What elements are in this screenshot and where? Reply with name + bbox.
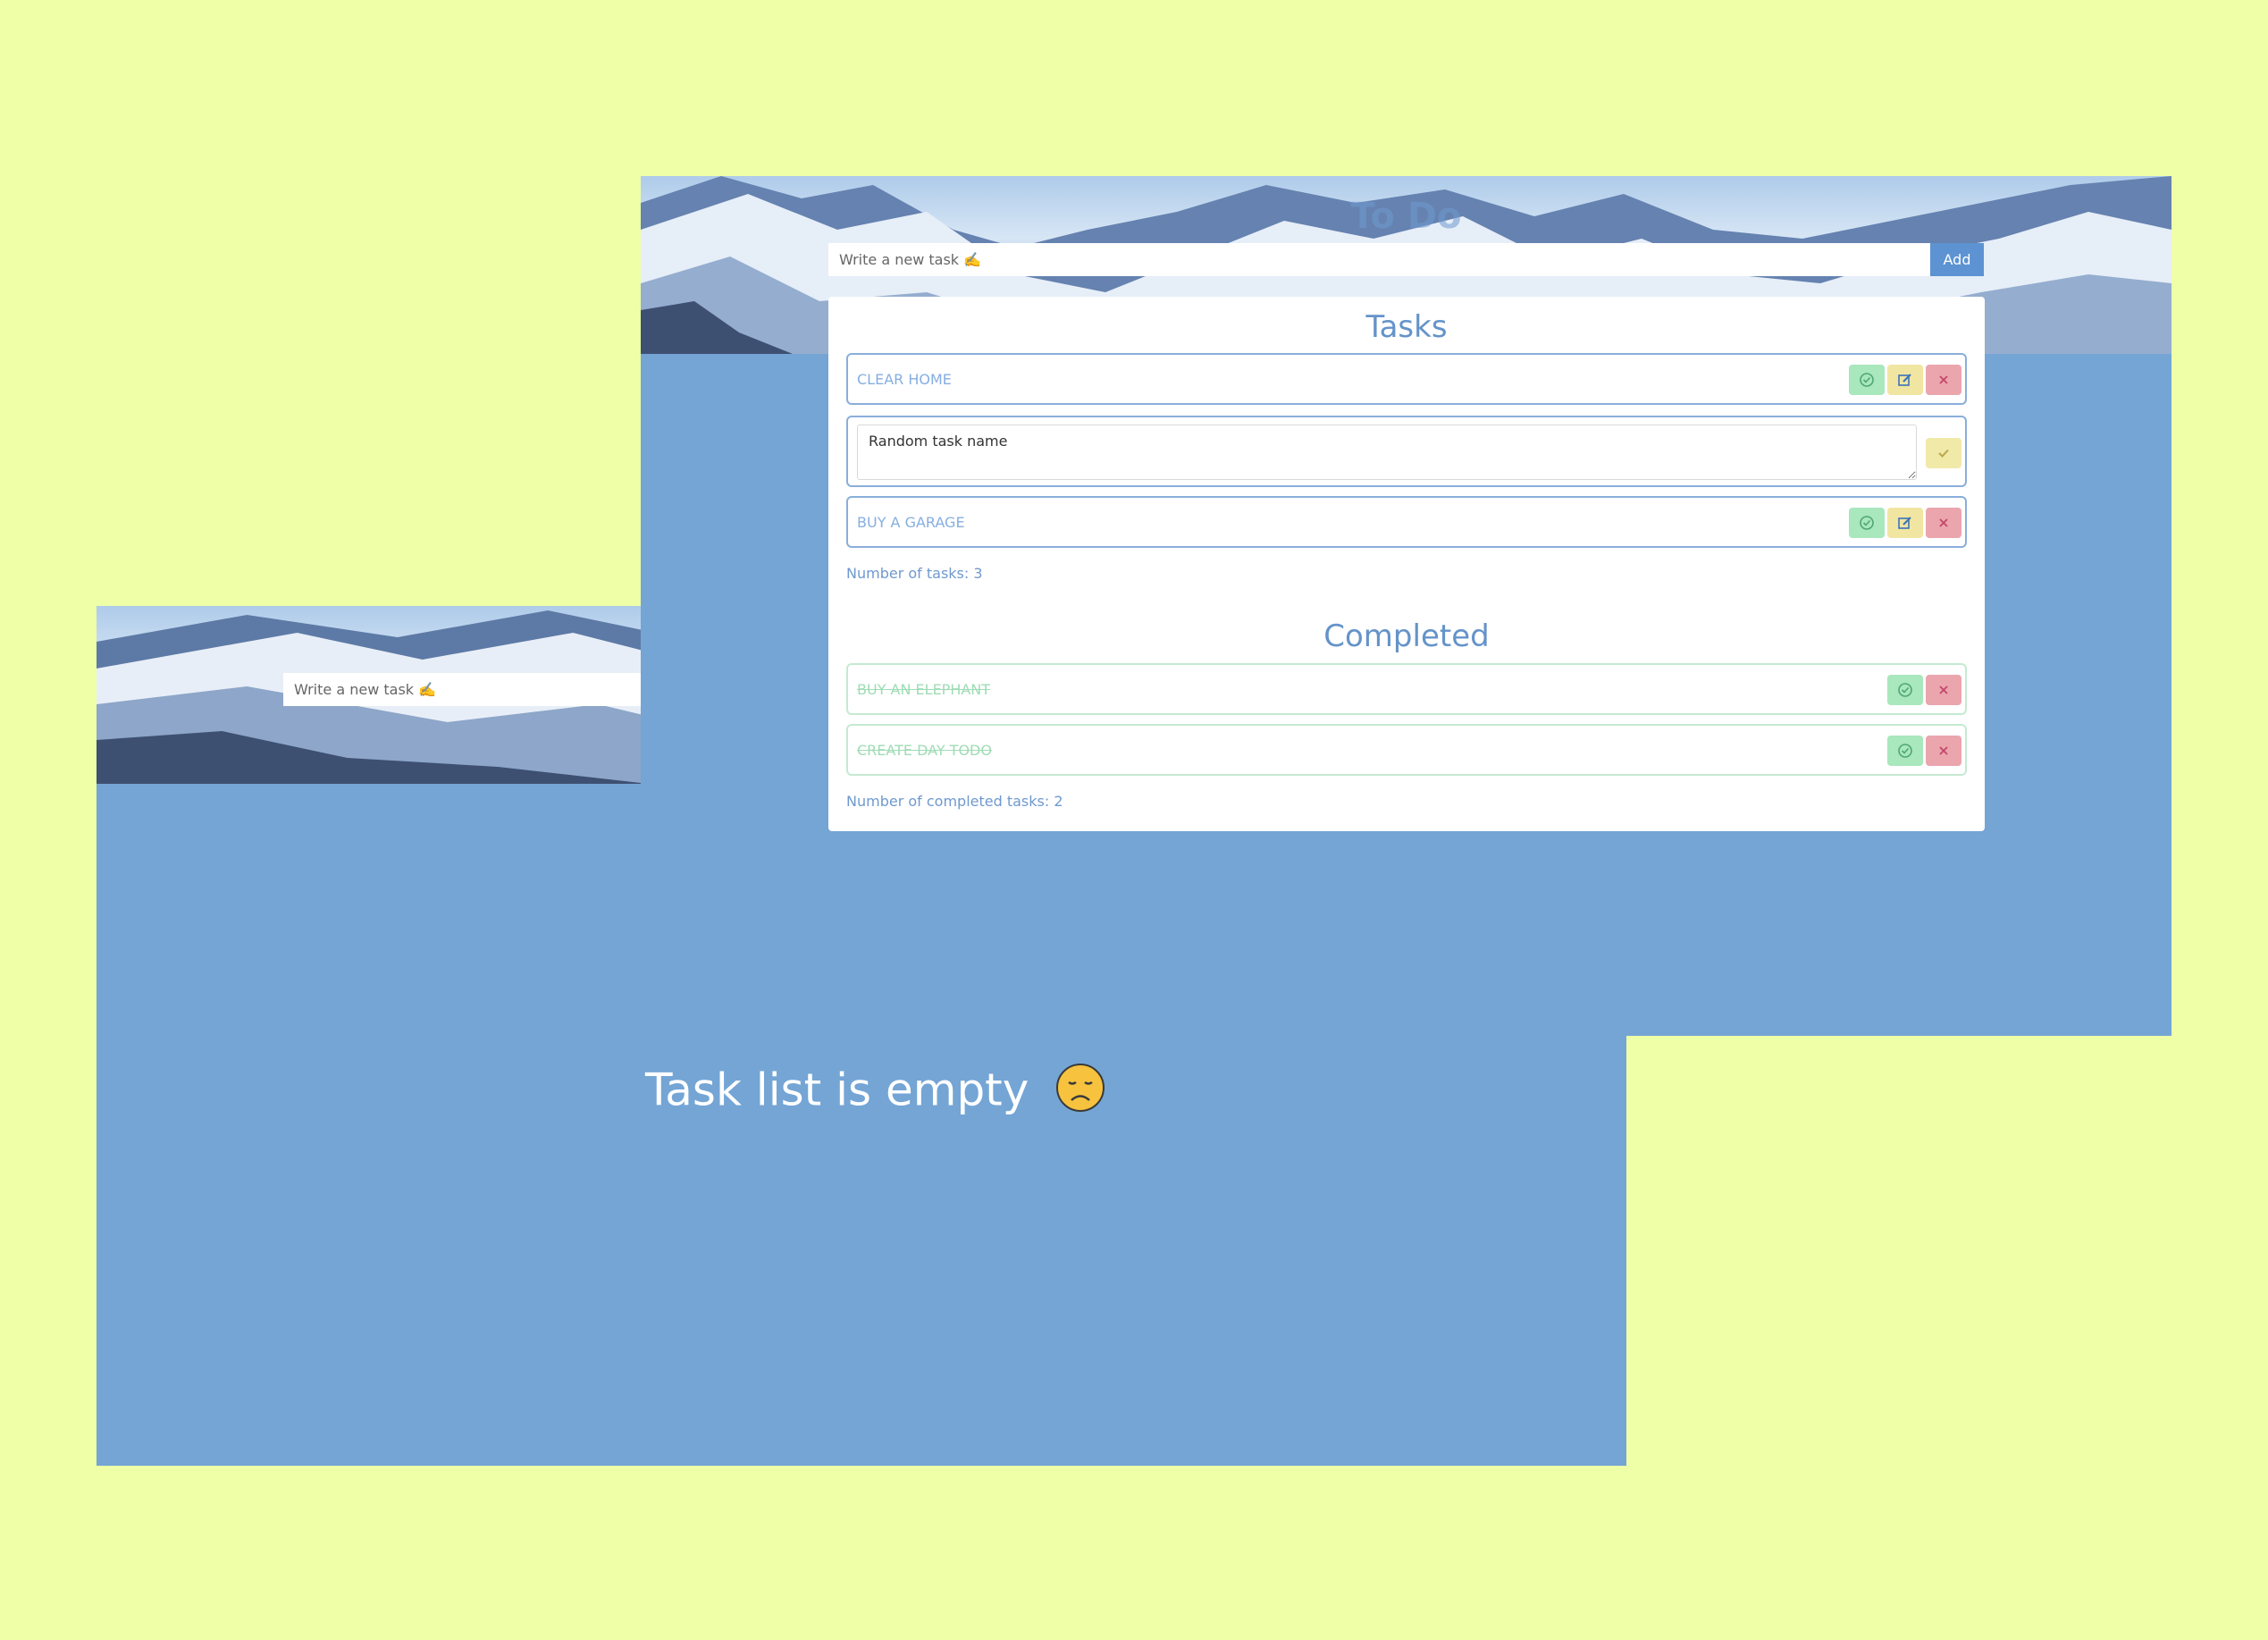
task-item: Clear home xyxy=(846,353,1967,405)
delete-completed-button[interactable] xyxy=(1926,736,1961,766)
completed-count: Number of completed tasks: 2 xyxy=(846,793,1063,810)
edit-task-button[interactable] xyxy=(1887,508,1923,538)
new-task-bar xyxy=(283,673,659,706)
new-task-input[interactable] xyxy=(828,243,1930,276)
save-task-button[interactable] xyxy=(1926,438,1961,468)
completed-heading: Completed xyxy=(1323,618,1490,654)
task-item-editing: Random task name xyxy=(846,416,1967,487)
task-label: Clear home xyxy=(857,371,952,388)
empty-list-message: Task list is empty xyxy=(645,1063,1105,1123)
check-circle-icon xyxy=(1860,516,1874,530)
uncomplete-task-button[interactable] xyxy=(1887,675,1923,705)
pencil-square-icon xyxy=(1898,517,1911,529)
check-icon xyxy=(1938,449,1949,458)
close-icon xyxy=(1939,518,1948,527)
empty-list-text: Task list is empty xyxy=(645,1064,1029,1116)
task-card: Tasks Clear home Random task name Buy a … xyxy=(828,297,1985,831)
new-task-input[interactable] xyxy=(283,673,659,706)
edit-task-button[interactable] xyxy=(1887,365,1923,395)
close-icon xyxy=(1939,746,1948,755)
edit-task-textarea[interactable]: Random task name xyxy=(857,425,1917,480)
new-task-bar: Add xyxy=(828,243,1984,276)
completed-task-label: Buy an elephant xyxy=(857,681,991,698)
close-icon xyxy=(1939,375,1948,384)
tasks-heading: Tasks xyxy=(1365,309,1448,345)
close-icon xyxy=(1939,685,1948,694)
tasks-count: Number of tasks: 3 xyxy=(846,565,983,582)
add-task-button[interactable]: Add xyxy=(1930,243,1984,276)
check-circle-icon xyxy=(1860,373,1874,387)
completed-task-label: Create day todo xyxy=(857,742,992,759)
completed-task-item: Create day todo xyxy=(846,724,1967,776)
delete-task-button[interactable] xyxy=(1926,365,1961,395)
complete-task-button[interactable] xyxy=(1849,365,1885,395)
check-circle-icon xyxy=(1898,744,1912,758)
check-circle-icon xyxy=(1898,683,1912,697)
complete-task-button[interactable] xyxy=(1849,508,1885,538)
task-item: Buy a garage xyxy=(846,496,1967,548)
todo-app-screen: To Do Add Tasks Clear home Random task n… xyxy=(641,176,2171,1036)
completed-task-item: Buy an elephant xyxy=(846,663,1967,715)
delete-task-button[interactable] xyxy=(1926,508,1961,538)
pencil-square-icon xyxy=(1898,374,1911,386)
task-label: Buy a garage xyxy=(857,514,965,531)
delete-completed-button[interactable] xyxy=(1926,675,1961,705)
uncomplete-task-button[interactable] xyxy=(1887,736,1923,766)
sad-face-icon xyxy=(1055,1063,1105,1123)
app-title: To Do xyxy=(1350,196,1462,237)
